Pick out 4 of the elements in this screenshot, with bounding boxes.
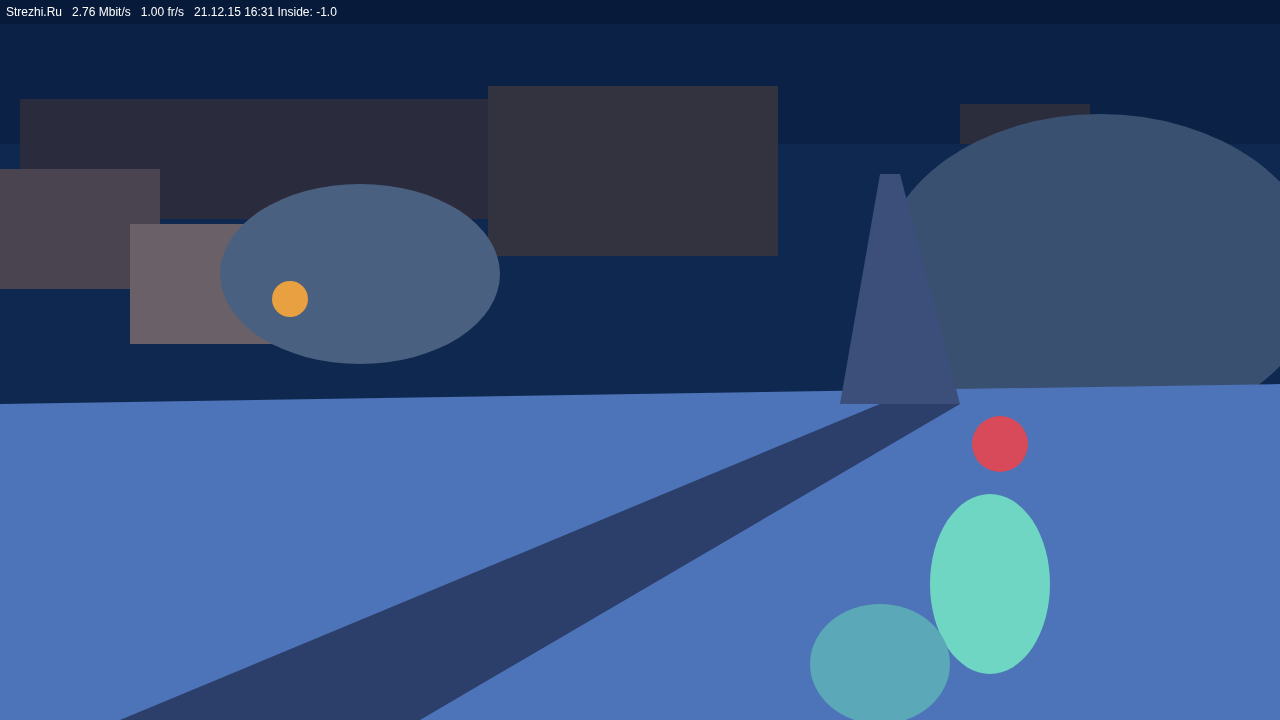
info-text: Strezhi.Ru (6, 4, 63, 21)
info-text: 2.76 Mbit/s (72, 4, 131, 21)
info-text: 1.00 fr/s (140, 4, 185, 21)
info-text: 21.12.15 16:31 Inside: -1.0 (194, 4, 337, 21)
